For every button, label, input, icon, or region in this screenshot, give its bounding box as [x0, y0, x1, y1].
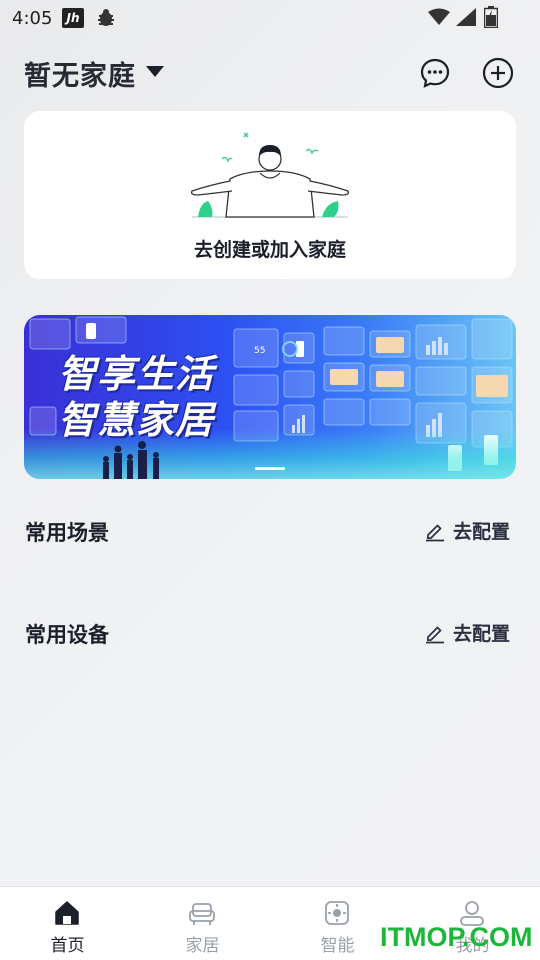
- bug-icon: [98, 9, 114, 26]
- configure-devices-link[interactable]: 去配置: [424, 619, 510, 646]
- svg-text:55: 55: [254, 346, 265, 356]
- edit-icon: [426, 524, 444, 541]
- nav-home-devices[interactable]: 家居: [135, 887, 270, 960]
- battery-icon: [484, 6, 498, 28]
- edit-icon: [426, 626, 444, 643]
- status-bar: 4:05 Jh: [0, 0, 540, 36]
- dropdown-arrow-icon[interactable]: [146, 66, 164, 77]
- banner-headline-2: 智慧家居: [58, 398, 215, 442]
- nav-home[interactable]: 首页: [0, 887, 135, 960]
- promo-banner[interactable]: 55 智享生活 智慧家居: [24, 315, 516, 479]
- home-icon: [55, 901, 79, 925]
- configure-scenes-label[interactable]: 去配置: [453, 517, 510, 544]
- common-devices-title: 常用设备: [25, 623, 109, 647]
- watermark-logo: ITMOP.COM: [380, 922, 533, 952]
- carousel-indicator: [255, 467, 285, 470]
- configure-scenes-link[interactable]: 去配置: [424, 517, 510, 544]
- family-selector[interactable]: 暂无家庭: [24, 54, 136, 93]
- common-scenes-title: 常用场景: [25, 521, 109, 545]
- wifi-icon: [428, 8, 450, 25]
- family-silhouette: [103, 441, 159, 479]
- message-icon[interactable]: [419, 57, 451, 89]
- create-or-join-family-text[interactable]: 去创建或加入家庭: [24, 235, 516, 262]
- app-notification-icon: Jh: [62, 8, 84, 28]
- smart-icon: [325, 901, 349, 925]
- signal-icon: [456, 8, 476, 26]
- nav-home-label: 首页: [50, 936, 85, 956]
- configure-devices-label[interactable]: 去配置: [453, 619, 510, 646]
- status-time: 4:05: [12, 8, 53, 29]
- create-family-card[interactable]: 去创建或加入家庭: [24, 111, 516, 279]
- nav-home-devices-label: 家居: [185, 936, 220, 956]
- sofa-icon: [189, 903, 215, 925]
- shrug-person-illustration: [190, 132, 350, 218]
- add-circle-icon[interactable]: [482, 57, 514, 89]
